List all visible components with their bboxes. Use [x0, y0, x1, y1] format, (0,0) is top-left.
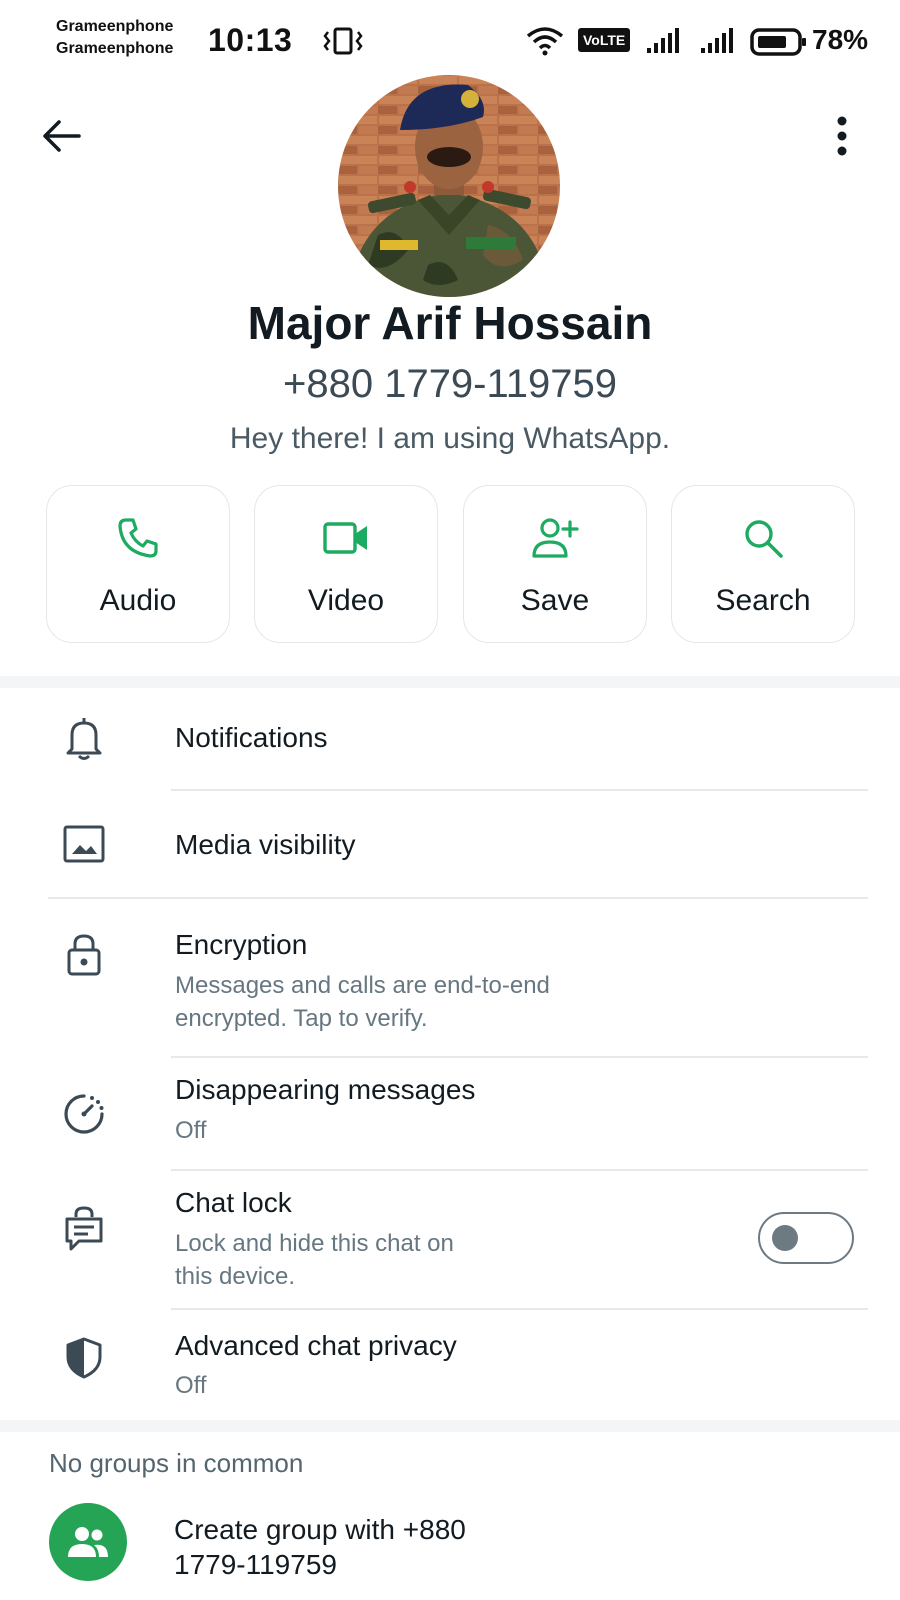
- create-group-button[interactable]: Create group with +880 1779-119759: [174, 1512, 594, 1582]
- advanced-chat-privacy-status: Off: [175, 1372, 207, 1399]
- profile-avatar[interactable]: [338, 75, 560, 297]
- encryption-title: Encryption: [175, 929, 308, 960]
- group-icon: [68, 1527, 108, 1557]
- image-icon: [56, 816, 112, 872]
- advanced-chat-privacy-title: Advanced chat privacy: [175, 1330, 457, 1361]
- create-group-label-line-1: Create group with +880: [174, 1514, 466, 1545]
- chat-lock-icon: [56, 1201, 112, 1257]
- encryption-row[interactable]: Encryption Messages and calls are end-to…: [0, 899, 900, 1056]
- carrier-names: Grameenphone Grameenphone: [56, 16, 173, 60]
- avatar-photo: [338, 75, 560, 297]
- status-time: 10:13: [208, 22, 293, 58]
- disappearing-messages-status: Off: [175, 1117, 207, 1144]
- notifications-title: Notifications: [175, 722, 328, 753]
- disappearing-messages-title: Disappearing messages: [175, 1074, 476, 1105]
- chat-lock-subtitle-line-1: Lock and hide this chat on: [175, 1230, 454, 1257]
- groups-in-common-label: No groups in common: [49, 1448, 304, 1478]
- more-vertical-icon: [837, 116, 847, 156]
- create-group-avatar[interactable]: [49, 1503, 127, 1581]
- chat-lock-toggle[interactable]: [758, 1212, 854, 1264]
- advanced-chat-privacy-row[interactable]: Advanced chat privacy Off: [0, 1310, 900, 1420]
- chat-lock-subtitle-line-2: this device.: [175, 1263, 296, 1290]
- carrier-1: Grameenphone: [56, 18, 174, 35]
- audio-call-button[interactable]: Audio: [46, 485, 230, 643]
- signal-icon: [701, 28, 733, 53]
- bell-icon: [56, 710, 112, 766]
- save-contact-button[interactable]: Save: [463, 485, 647, 643]
- section-divider: [0, 1420, 900, 1432]
- encryption-subtitle-line-1: Messages and calls are end-to-end: [175, 972, 550, 999]
- carrier-2: Grameenphone: [56, 40, 174, 57]
- shield-icon: [56, 1330, 112, 1386]
- signal-icon: [647, 28, 679, 53]
- audio-call-label: Audio: [99, 584, 177, 617]
- status-bar: Grameenphone Grameenphone 10:13 VoLTE 78…: [0, 0, 900, 80]
- chat-lock-title: Chat lock: [175, 1187, 292, 1218]
- back-button[interactable]: [33, 108, 89, 164]
- more-options-button[interactable]: [814, 108, 870, 164]
- video-icon: [323, 522, 367, 554]
- vibrate-icon: [323, 27, 363, 55]
- wifi-icon: [526, 27, 564, 56]
- phone-icon: [118, 518, 158, 558]
- save-contact-label: Save: [520, 584, 590, 617]
- create-group-label-line-2: 1779-119759: [174, 1549, 337, 1580]
- contact-name: Major Arif Hossain: [247, 297, 653, 349]
- battery-percent: 78%: [812, 24, 869, 55]
- section-divider: [0, 676, 900, 688]
- video-call-label: Video: [307, 584, 385, 617]
- toggle-knob: [772, 1225, 798, 1251]
- battery-icon: [750, 28, 806, 56]
- search-icon: [745, 520, 783, 558]
- contact-about: Hey there! I am using WhatsApp.: [229, 422, 671, 455]
- volte-badge: VoLTE: [578, 28, 631, 52]
- contact-phone: +880 1779-119759: [282, 362, 618, 406]
- timer-icon: [56, 1086, 112, 1142]
- arrow-left-icon: [43, 120, 81, 152]
- disappearing-messages-row[interactable]: Disappearing messages Off: [0, 1058, 900, 1169]
- add-person-icon: [532, 518, 579, 558]
- notifications-row[interactable]: Notifications: [0, 688, 900, 791]
- encryption-subtitle-line-2: encrypted. Tap to verify.: [175, 1005, 428, 1032]
- search-chat-label: Search: [715, 584, 811, 617]
- lock-icon: [56, 927, 112, 983]
- media-visibility-title: Media visibility: [175, 829, 356, 860]
- search-chat-button[interactable]: Search: [671, 485, 855, 643]
- video-call-button[interactable]: Video: [254, 485, 438, 643]
- media-visibility-row[interactable]: Media visibility: [0, 791, 900, 897]
